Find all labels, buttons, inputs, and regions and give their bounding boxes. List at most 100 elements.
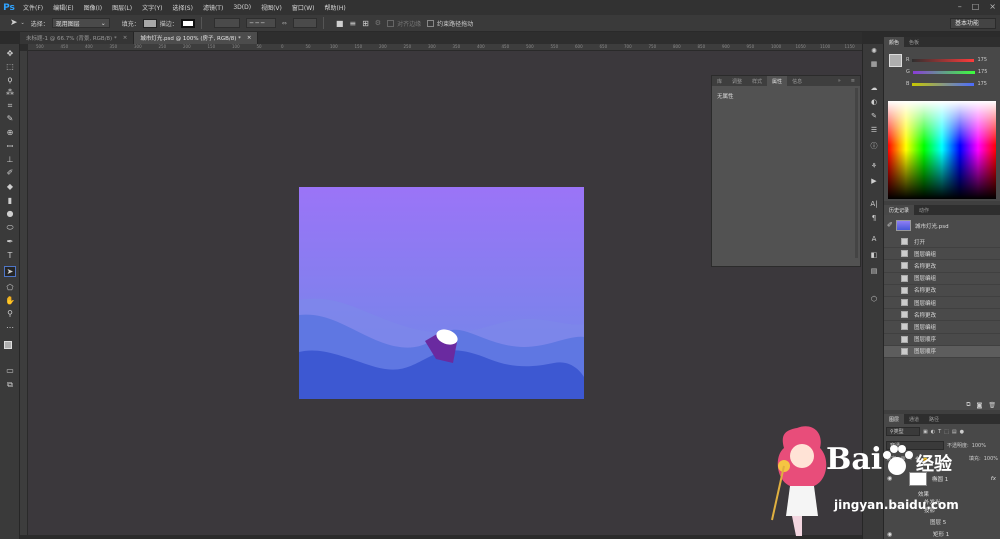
menu-3d[interactable]: 3D(D) [228, 4, 256, 11]
tab-city-lights[interactable]: 城市灯光.psd @ 100% (房子, RGB/8) * × [134, 32, 259, 44]
panel-menu-icon[interactable]: ≡ [846, 78, 860, 84]
history-item[interactable]: 图层顺序 [884, 345, 1000, 358]
foreground-swatch[interactable] [4, 340, 12, 349]
history-item[interactable]: 图层编组 [884, 321, 1000, 334]
paragraph-icon[interactable]: ¶ [868, 213, 880, 223]
path-select-icon[interactable]: ➤ [4, 266, 16, 277]
menu-type[interactable]: 文字(Y) [137, 3, 167, 12]
eyedropper-icon[interactable]: ✎ [4, 113, 16, 124]
history-item[interactable]: 图层顺序 [884, 334, 1000, 346]
camera-icon[interactable]: ◙ [977, 402, 983, 409]
brushes-icon[interactable]: ◧ [868, 250, 880, 260]
document-canvas[interactable] [299, 187, 584, 399]
hand-icon[interactable]: ✋ [4, 295, 16, 306]
menu-edit[interactable]: 编辑(E) [48, 3, 78, 12]
snapshot-thumbnail[interactable] [896, 220, 911, 231]
character-icon[interactable]: A| [868, 199, 880, 209]
zoom-icon[interactable]: ⚲ [4, 308, 16, 319]
tab-untitled[interactable]: 未标题-1 @ 66.7% (背景, RGB/8) * × [20, 32, 135, 44]
tab-adjustments[interactable]: 调整 [727, 78, 747, 85]
swatches-panel-icon[interactable]: ▦ [868, 59, 880, 69]
history-item[interactable]: 图层编组 [884, 248, 1000, 261]
history-brush-icon[interactable]: ✐ [4, 167, 16, 178]
menu-help[interactable]: 帮助(H) [320, 3, 351, 12]
select-dropdown[interactable]: 现用图层 ⌄ [51, 18, 110, 28]
magic-wand-icon[interactable]: ⁂ [4, 87, 16, 98]
color-panel-icon[interactable]: ✺ [868, 46, 880, 56]
glyphs-icon[interactable]: A [868, 234, 880, 244]
tab-history[interactable]: 历史记录 [884, 205, 915, 215]
actions-icon[interactable]: ▶ [868, 176, 880, 186]
trash-icon[interactable]: 🗑 [988, 402, 996, 409]
tab-actions[interactable]: 动作 [914, 205, 934, 215]
menu-select[interactable]: 选择(S) [167, 3, 198, 12]
vertical-ruler[interactable] [20, 51, 28, 535]
shape-icon[interactable]: ⬠ [4, 282, 16, 293]
menu-window[interactable]: 窗口(W) [287, 3, 320, 12]
history-item[interactable]: 图层编组 [884, 273, 1000, 285]
close-button[interactable]: × [989, 2, 996, 11]
tab-swatches[interactable]: 色板 [904, 37, 924, 47]
move-icon[interactable]: ✥ [4, 48, 16, 59]
collapse-icon[interactable]: » [833, 78, 846, 84]
menu-layer[interactable]: 图层(L) [107, 3, 137, 12]
type-icon[interactable]: T [4, 250, 16, 261]
libraries-icon[interactable]: ☁ [868, 83, 880, 93]
tab-properties[interactable]: 属性 [767, 76, 788, 86]
gradient-icon[interactable]: ▮ [4, 195, 16, 206]
align-edges-option[interactable]: 对齐边缘 [387, 19, 421, 28]
tab-styles[interactable]: 样式 [747, 78, 767, 85]
stamp-icon[interactable]: ⊥ [4, 154, 16, 165]
close-icon[interactable]: × [247, 35, 252, 41]
adjustments-icon[interactable]: ◐ [868, 97, 880, 107]
green-value[interactable]: 175 [978, 69, 988, 75]
maximize-button[interactable]: □ [972, 2, 980, 11]
snapshot-brush-icon[interactable]: ✐ [887, 221, 893, 229]
history-item[interactable]: 名称更改 [884, 309, 1000, 322]
dodge-icon[interactable]: ⬭ [4, 222, 16, 233]
brush-icon[interactable]: ꟷ [4, 141, 16, 152]
info-icon[interactable]: ⓘ [868, 141, 880, 151]
minimize-button[interactable]: – [958, 2, 962, 11]
tab-color[interactable]: 颜色 [884, 37, 905, 47]
menu-view[interactable]: 视图(V) [256, 3, 287, 12]
green-slider[interactable] [912, 70, 975, 74]
path-arrange-icon[interactable]: ⊞ [362, 19, 369, 28]
tab-libraries[interactable]: 库 [712, 78, 727, 85]
new-document-icon[interactable]: ⧉ [966, 401, 970, 409]
workspace-switcher[interactable]: 基本功能 [950, 18, 996, 29]
screen-mode-icon[interactable]: ⧉ [4, 379, 16, 390]
notes-icon[interactable]: ▤ [868, 266, 880, 276]
foreground-background-icon[interactable] [4, 340, 16, 353]
menu-file[interactable]: 文件(F) [18, 3, 48, 12]
blue-slider[interactable] [912, 82, 975, 86]
link-icon[interactable]: ⇔ [282, 20, 287, 27]
foreground-color-swatch[interactable] [889, 54, 902, 67]
properties-icon[interactable]: ☰ [868, 125, 880, 135]
history-item[interactable]: 打开 [884, 236, 1000, 249]
quick-mask-icon[interactable]: ▭ [4, 365, 16, 376]
close-icon[interactable]: × [123, 35, 128, 41]
snapshot-name[interactable]: 城市灯光.psd [915, 222, 949, 230]
crop-icon[interactable]: ⌗ [4, 100, 16, 111]
history-item[interactable]: 名称更改 [884, 260, 1000, 273]
history-icon[interactable]: ⚘ [868, 161, 880, 171]
height-field[interactable] [292, 18, 317, 28]
path-ops-icon[interactable]: ■ [336, 19, 344, 28]
pen-icon[interactable]: ✒ [4, 236, 16, 247]
constrain-path-checkbox[interactable] [427, 19, 435, 27]
blue-value[interactable]: 175 [977, 81, 987, 87]
align-edges-checkbox[interactable] [387, 19, 395, 27]
3d-icon[interactable]: ⬡ [868, 294, 880, 304]
stroke-style-select[interactable]: ─ ─ ─ [245, 18, 276, 28]
marquee-icon[interactable]: ⬚ [4, 61, 16, 72]
panel-scrollbar[interactable] [855, 88, 858, 258]
red-slider[interactable] [912, 58, 975, 62]
stroke-width-field[interactable] [213, 18, 240, 28]
horizontal-ruler[interactable]: 500 450 400 350 300 250 200 150 100 50 0 50 100 150 20… [28, 44, 862, 51]
gear-icon[interactable]: ⚙ [375, 19, 381, 27]
color-spectrum[interactable] [888, 101, 996, 199]
stroke-swatch[interactable] [180, 18, 195, 28]
constrain-path-option[interactable]: 约束路径拖动 [427, 19, 473, 28]
healing-icon[interactable]: ⊕ [4, 127, 16, 138]
